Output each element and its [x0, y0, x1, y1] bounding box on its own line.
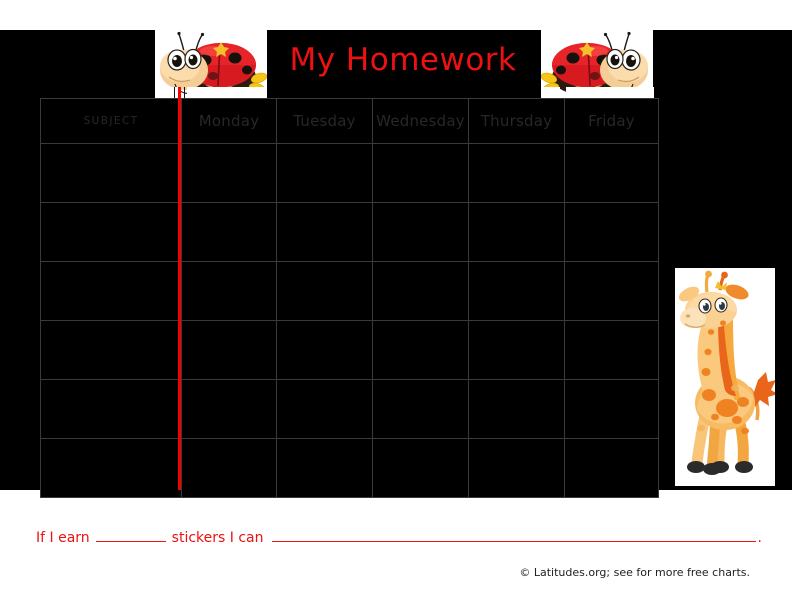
cell-thursday[interactable] — [468, 261, 565, 321]
cell-subject[interactable] — [40, 143, 182, 203]
homework-table: SUBJECT Monday Tuesday Wednesday Thursda… — [40, 98, 659, 498]
red-margin-line — [178, 87, 181, 490]
cell-wednesday[interactable] — [372, 261, 469, 321]
cell-tuesday[interactable] — [276, 143, 373, 203]
cell-tuesday[interactable] — [276, 261, 373, 321]
column-header-thursday: Thursday — [468, 98, 565, 144]
cell-wednesday[interactable] — [372, 143, 469, 203]
credit-line: © Latitudes.org; see for more free chart… — [519, 566, 750, 579]
column-header-monday: Monday — [181, 98, 277, 144]
table-row — [40, 261, 659, 321]
table-row — [40, 202, 659, 262]
table-header-row: SUBJECT Monday Tuesday Wednesday Thursda… — [40, 98, 659, 144]
table-row — [40, 379, 659, 439]
cell-thursday[interactable] — [468, 202, 565, 262]
giraffe-plate — [675, 268, 775, 486]
cell-monday[interactable] — [181, 320, 277, 380]
cell-friday[interactable] — [564, 438, 659, 498]
cell-subject[interactable] — [40, 438, 182, 498]
cell-wednesday[interactable] — [372, 202, 469, 262]
cell-monday[interactable] — [181, 379, 277, 439]
cell-tuesday[interactable] — [276, 202, 373, 262]
cell-tuesday[interactable] — [276, 438, 373, 498]
cell-thursday[interactable] — [468, 438, 565, 498]
reward-middle-label: stickers I can — [171, 529, 264, 546]
table-row — [40, 143, 659, 203]
cell-subject[interactable] — [40, 261, 182, 321]
reward-period: . — [757, 529, 762, 546]
cell-tuesday[interactable] — [276, 320, 373, 380]
cell-friday[interactable] — [564, 202, 659, 262]
cell-tuesday[interactable] — [276, 379, 373, 439]
cell-wednesday[interactable] — [372, 438, 469, 498]
column-header-friday: Friday — [564, 98, 659, 144]
cell-friday[interactable] — [564, 261, 659, 321]
reward-description-blank[interactable] — [271, 528, 756, 542]
cell-friday[interactable] — [564, 143, 659, 203]
cell-monday[interactable] — [181, 438, 277, 498]
title-banner: My Homework — [265, 30, 541, 90]
cell-monday[interactable] — [181, 261, 277, 321]
page-title: My Homework — [289, 42, 517, 78]
cell-friday[interactable] — [564, 320, 659, 380]
cell-monday[interactable] — [181, 202, 277, 262]
cell-thursday[interactable] — [468, 379, 565, 439]
homework-chart-page: My Homework SUBJECT Monday Tuesday Wedne… — [0, 0, 792, 612]
sticker-count-blank[interactable] — [95, 528, 166, 542]
giraffe-icon — [678, 270, 775, 475]
column-header-wednesday: Wednesday — [372, 98, 469, 144]
cell-monday[interactable] — [181, 143, 277, 203]
left-white-edge — [0, 490, 6, 612]
reward-prefix-label: If I earn — [36, 529, 90, 546]
cell-friday[interactable] — [564, 379, 659, 439]
cell-subject[interactable] — [40, 202, 182, 262]
cell-thursday[interactable] — [468, 320, 565, 380]
cell-wednesday[interactable] — [372, 379, 469, 439]
cell-subject[interactable] — [40, 320, 182, 380]
cell-wednesday[interactable] — [372, 320, 469, 380]
cell-subject[interactable] — [40, 379, 182, 439]
cell-thursday[interactable] — [468, 143, 565, 203]
column-header-tuesday: Tuesday — [276, 98, 373, 144]
reward-statement: If I earn stickers I can . — [36, 528, 762, 546]
table-row — [40, 320, 659, 380]
table-row — [40, 438, 659, 498]
column-header-subject: SUBJECT — [40, 98, 182, 144]
